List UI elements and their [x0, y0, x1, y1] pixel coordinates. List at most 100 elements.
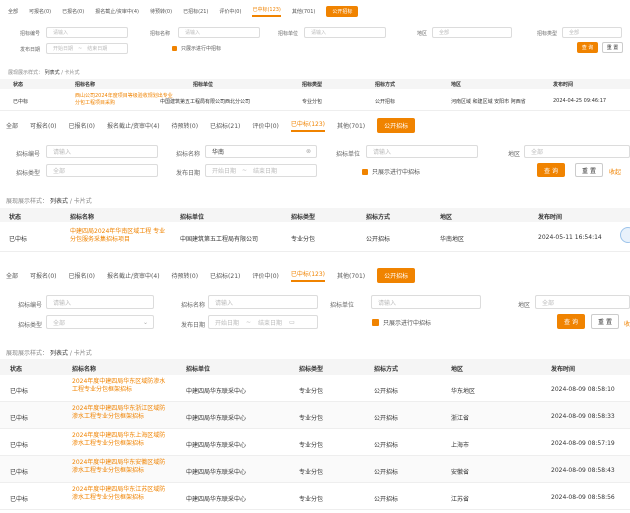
mode-list-link[interactable]: 列表式 [50, 198, 68, 205]
region-select[interactable]: 全部 [535, 295, 630, 309]
display-mode-switch: 展现展示样式： 列表式 / 卡片式 [6, 198, 92, 205]
tab-bidded[interactable]: 已招标(21) [183, 8, 208, 15]
bid-no-input[interactable]: 请输入 [46, 27, 128, 38]
clear-icon[interactable]: ⊗ [306, 148, 311, 155]
publish-button[interactable]: 公开招标 [377, 268, 416, 283]
bid-name-input[interactable]: 请输入 [178, 27, 260, 38]
mode-list-link[interactable]: 列表式 [50, 350, 68, 357]
only-ongoing-checkbox[interactable]: 只展示进行中招标 [372, 318, 431, 327]
tab-applied[interactable]: 已报名(0) [62, 8, 84, 15]
tab-won[interactable]: 已中标(123) [252, 6, 281, 17]
region-select[interactable]: 全部 [524, 145, 630, 158]
bid-unit-input[interactable]: 请输入 [371, 295, 481, 309]
panel-large: 全部 可报名(0) 已报名(0) 报名截止/资审中(4) 待预转(0) 已招标(… [0, 262, 630, 513]
tab-other[interactable]: 其他(701) [292, 8, 315, 15]
collapse-link[interactable]: 收起 [624, 319, 630, 328]
table-row[interactable]: 已中标 2024年度中建四局华东安徽区域防渗水工程专业分包框架招标 中建四局华东… [0, 456, 630, 483]
tabs-bar: 全部 可报名(0) 已报名(0) 报名截止/资审中(4) 待预转(0) 已招标(… [6, 268, 416, 283]
mode-list-link[interactable]: 列表式 [45, 70, 60, 76]
tab-other[interactable]: 其他(701) [337, 121, 365, 130]
date-range-input[interactable]: 开始日期 ~ 结束日期 ▭ [208, 315, 318, 329]
table-header-large: 状态 招标名称 招标单位 招标类型 招标方式 地区 发布时间 [0, 359, 630, 375]
bid-name-link[interactable]: 2024年度中建四局华东安徽区域防渗水工程专业分包框架招标 [72, 459, 168, 475]
publish-button[interactable]: 公开招标 [326, 6, 359, 17]
tab-won[interactable]: 已中标(123) [290, 119, 326, 132]
checkbox-checked-icon [372, 319, 379, 326]
bid-name-link[interactable]: 2024年度中建四局华东浙江区域防渗水工程专业分包框架招标 [72, 405, 168, 421]
tab-evaluating[interactable]: 评价中(0) [252, 121, 279, 130]
tab-won[interactable]: 已中标(123) [290, 269, 326, 282]
collapse-link[interactable]: 收起 [609, 167, 621, 176]
table-row[interactable]: 已中标 2024年度中建四局华东区域防渗水工程专业分包框架招标 中建四局华东联采… [0, 375, 630, 402]
region-label: 地区 [417, 31, 428, 37]
chevron-down-icon: ⌄ [142, 318, 148, 326]
tab-pending[interactable]: 待预转(0) [172, 121, 199, 130]
tab-closed[interactable]: 报名截止/资审中(4) [95, 8, 139, 15]
table-header-small: 状态 招标名称 招标单位 招标类型 招标方式 地区 发布时间 [0, 79, 630, 89]
tab-bidded[interactable]: 已招标(21) [210, 271, 240, 280]
bid-type-select[interactable]: 全部 [562, 27, 622, 38]
mode-card-link[interactable]: 卡片式 [65, 70, 80, 76]
reset-button[interactable]: 重 置 [591, 314, 619, 329]
tab-pending[interactable]: 待预转(0) [172, 271, 199, 280]
bid-name-link[interactable]: 2024年度中建四局华东区域防渗水工程专业分包框架招标 [72, 378, 168, 394]
tab-evaluating[interactable]: 评价中(0) [219, 8, 241, 15]
tab-all[interactable]: 全部 [6, 121, 18, 130]
bid-name-link[interactable]: 中建四局2024年华南区域工程 专业分包服务采集招标项目 [70, 228, 170, 244]
bid-no-label: 招标编号 [18, 302, 43, 309]
bid-name-label: 招标名称 [150, 31, 171, 37]
only-ongoing-checkbox[interactable]: 只展示进行中招标 [172, 45, 221, 52]
bid-no-input[interactable]: 请输入 [46, 145, 158, 158]
bid-name-input[interactable]: 华南 ⊗ [205, 145, 317, 158]
tab-all[interactable]: 全部 [8, 8, 18, 15]
bid-unit-input[interactable]: 请输入 [366, 145, 478, 158]
publish-button[interactable]: 公开招标 [377, 118, 416, 133]
mode-card-link[interactable]: 卡片式 [74, 350, 92, 357]
region-select[interactable]: 全部 [432, 27, 512, 38]
tab-closed[interactable]: 报名截止/资审中(4) [107, 271, 160, 280]
panel-small: 全部 可报名(0) 已报名(0) 报名截止/资审中(4) 待预转(0) 已招标(… [0, 0, 630, 112]
table-row[interactable]: 已中标 西山公司2024年度项目等级验收规划出专业分包工程项目采购 中国建筑第五… [0, 89, 630, 111]
date-range-input[interactable]: 开始日期 ~ 结束日期 [205, 164, 317, 177]
tab-evaluating[interactable]: 评价中(0) [252, 271, 279, 280]
table-header-medium: 状态 招标名称 招标单位 招标类型 招标方式 地区 发布时间 [0, 208, 630, 222]
tab-can-apply[interactable]: 可报名(0) [30, 121, 57, 130]
search-button[interactable]: 查 询 [557, 314, 585, 329]
bid-unit-label: 招标单位 [336, 151, 361, 158]
table-row[interactable]: 已中标 中建四局2024年华南区域工程 专业分包服务采集招标项目 中国建筑第五工… [0, 222, 630, 252]
bid-unit-input[interactable]: 请输入 [304, 27, 386, 38]
bid-name-link[interactable]: 2024年度中建四局华东上海区域防渗水工程专业分包框架招标 [72, 432, 168, 448]
table-row[interactable]: 已中标 2024年度中建四局华东上海区域防渗水工程专业分包框架招标 中建四局华东… [0, 429, 630, 456]
bid-name-input[interactable]: 请输入 [208, 295, 318, 309]
floating-help-icon[interactable] [620, 227, 630, 243]
tab-bidded[interactable]: 已招标(21) [210, 121, 240, 130]
region-label: 地区 [508, 151, 521, 158]
bid-name-label: 招标名称 [181, 302, 206, 309]
table-row[interactable]: 已中标 2024年度中建四局华东江苏区域防渗水工程专业分包框架招标 中建四局华东… [0, 483, 630, 510]
tab-can-apply[interactable]: 可报名(0) [30, 271, 57, 280]
tab-all[interactable]: 全部 [6, 271, 18, 280]
bid-type-label: 招标类型 [537, 31, 558, 37]
bid-no-input[interactable]: 请输入 [46, 295, 154, 309]
bid-name-link[interactable]: 2024年度中建四局华东江苏区域防渗水工程专业分包框架招标 [72, 486, 168, 502]
display-mode-switch: 展现展示样式： 列表式 / 卡片式 [8, 70, 80, 76]
tab-pending[interactable]: 待预转(0) [150, 8, 172, 15]
table-row[interactable]: 已中标 2024年度中建四局华东浙江区域防渗水工程专业分包框架招标 中建四局华东… [0, 402, 630, 429]
only-ongoing-checkbox[interactable]: 只展示进行中招标 [362, 167, 420, 176]
tab-closed[interactable]: 报名截止/资审中(4) [107, 121, 160, 130]
tab-applied[interactable]: 已报名(0) [69, 121, 96, 130]
checkbox-checked-icon [362, 168, 368, 175]
bid-name-label: 招标名称 [176, 151, 201, 158]
search-button[interactable]: 查 询 [577, 42, 598, 53]
reset-button[interactable]: 重 置 [575, 163, 603, 177]
tab-applied[interactable]: 已报名(0) [69, 271, 96, 280]
search-button[interactable]: 查 询 [537, 163, 565, 177]
bid-unit-label: 招标单位 [278, 31, 299, 37]
bid-type-select[interactable]: 全部 ⌄ [46, 315, 154, 329]
tab-other[interactable]: 其他(701) [337, 271, 365, 280]
tab-can-apply[interactable]: 可报名(0) [29, 8, 51, 15]
bid-type-select[interactable]: 全部 [46, 164, 158, 177]
date-range-input[interactable]: 开始日期 ~ 结束日期 [46, 43, 128, 54]
mode-card-link[interactable]: 卡片式 [74, 198, 92, 205]
reset-button[interactable]: 重 置 [602, 42, 623, 53]
